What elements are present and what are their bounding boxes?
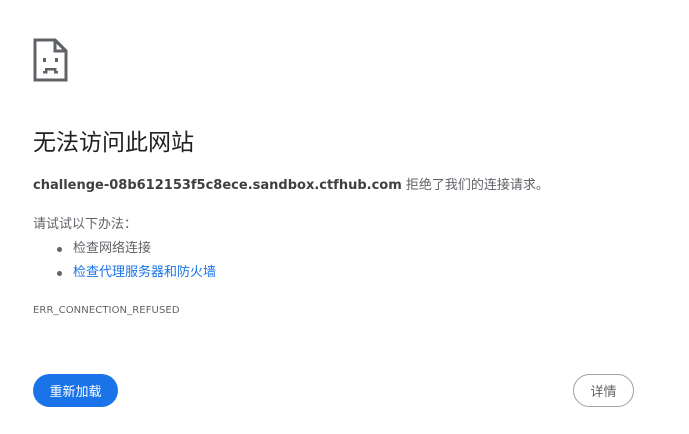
check-proxy-firewall-link[interactable]: 检查代理服务器和防火墙 <box>73 265 216 280</box>
bullet-icon <box>57 247 62 252</box>
suggestions-list: 检查网络连接 检查代理服务器和防火墙 <box>33 237 216 285</box>
suggestion-item-check-network: 检查网络连接 <box>33 237 216 261</box>
page-title: 无法访问此网站 <box>33 130 194 156</box>
details-button[interactable]: 详情 <box>573 374 634 407</box>
suggestion-label: 检查网络连接 <box>73 241 152 256</box>
error-message: 拒绝了我们的连接请求。 <box>401 178 549 193</box>
site-host: challenge-08b612153f5c8ece.sandbox.ctfhu… <box>33 178 402 193</box>
reload-button[interactable]: 重新加载 <box>33 374 118 407</box>
error-summary: challenge-08b612153f5c8ece.sandbox.ctfhu… <box>33 175 549 197</box>
suggestions-heading: 请试试以下办法： <box>33 217 138 232</box>
error-code: ERR_CONNECTION_REFUSED <box>33 305 180 316</box>
suggestion-item-check-proxy-firewall: 检查代理服务器和防火墙 <box>33 261 216 285</box>
bullet-icon <box>57 271 62 276</box>
sad-page-icon <box>33 38 69 82</box>
